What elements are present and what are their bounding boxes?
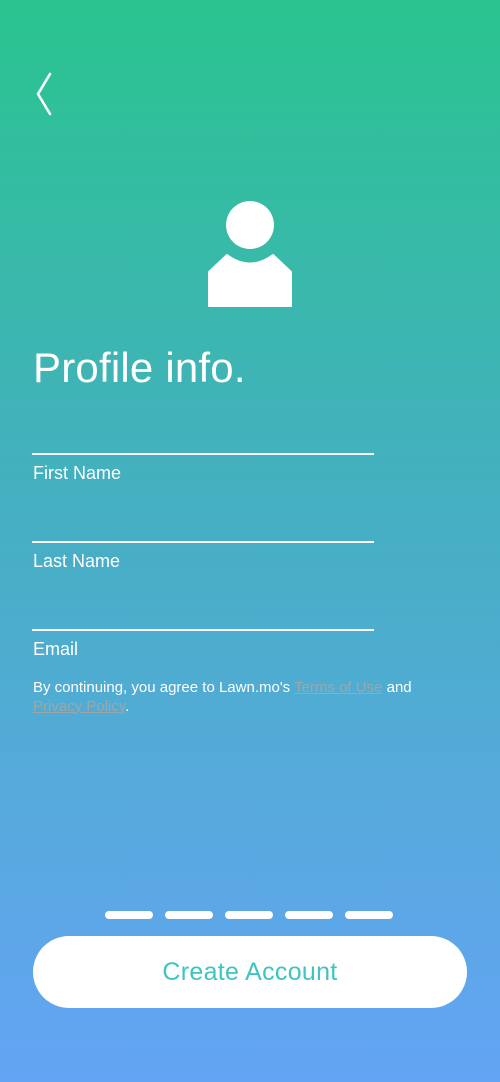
terms-of-use-link[interactable]: Terms of Use xyxy=(294,679,382,696)
step-dash xyxy=(225,911,273,919)
privacy-policy-link[interactable]: Privacy Policy xyxy=(33,698,125,715)
legal-middle: and xyxy=(382,679,412,696)
step-dash xyxy=(285,911,333,919)
last-name-input[interactable] xyxy=(32,507,374,543)
step-dash xyxy=(345,911,393,919)
chevron-left-icon xyxy=(36,72,52,116)
first-name-label: First Name xyxy=(33,463,122,483)
create-account-button[interactable]: Create Account xyxy=(33,936,467,1008)
user-icon xyxy=(208,201,292,307)
last-name-label: Last Name xyxy=(33,551,121,571)
page-title: Profile info. xyxy=(33,344,246,391)
step-dash xyxy=(165,911,213,919)
email-field: Email xyxy=(32,595,374,659)
legal-suffix: . xyxy=(125,698,130,715)
email-input[interactable] xyxy=(32,595,374,631)
back-button[interactable] xyxy=(24,64,68,124)
step-dash xyxy=(105,911,153,919)
legal-prefix: By continuing, you agree to Lawn.mo's xyxy=(33,679,295,696)
first-name-input[interactable] xyxy=(32,419,374,455)
first-name-field: First Name xyxy=(32,419,374,483)
last-name-field: Last Name xyxy=(32,507,374,571)
email-label: Email xyxy=(33,639,79,659)
legal-notice: By continuing, you agree to Lawn.mo's Te… xyxy=(33,678,463,716)
step-indicator xyxy=(105,911,393,919)
